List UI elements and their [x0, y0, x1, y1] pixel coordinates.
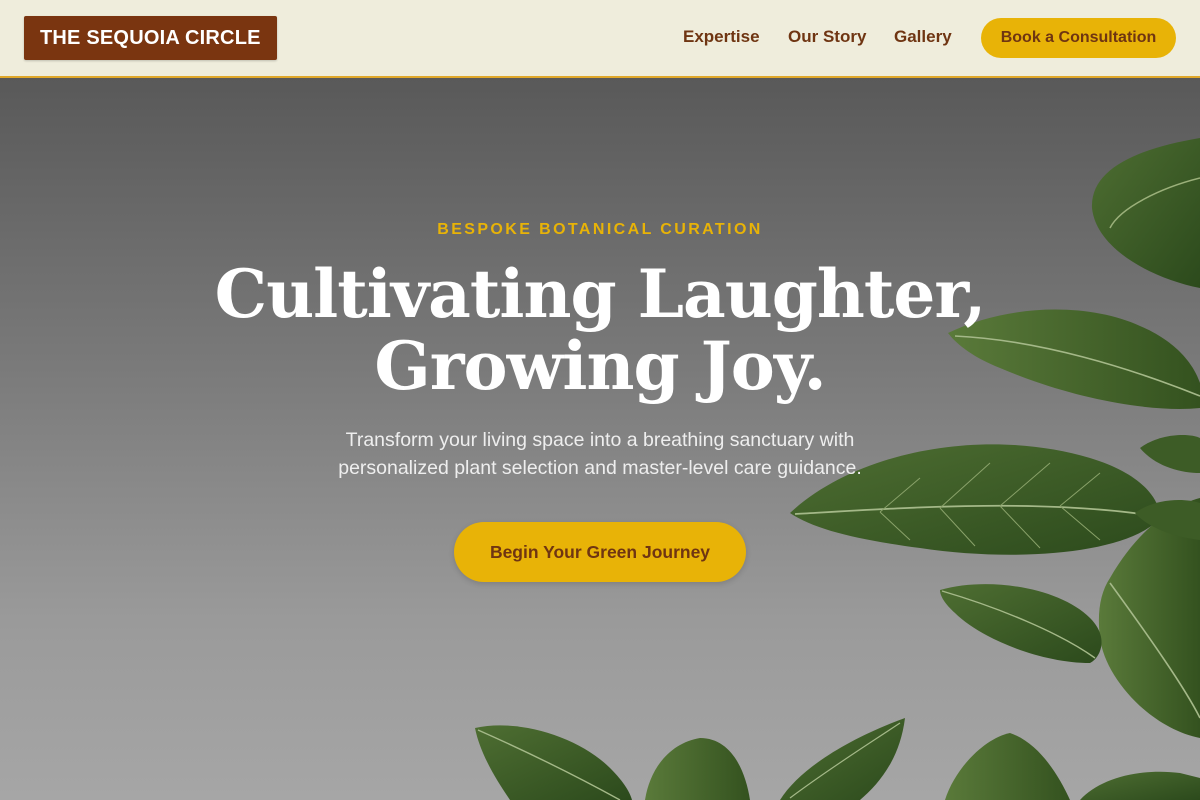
nav-link-gallery[interactable]: Gallery	[894, 27, 952, 47]
hero-subtext: Transform your living space into a breat…	[338, 429, 862, 479]
leaf-cluster-bottom	[475, 718, 1200, 800]
site-header: THE SEQUOIA CIRCLE Expertise Our Story G…	[0, 0, 1200, 78]
nav-link-expertise[interactable]: Expertise	[683, 27, 760, 47]
book-consultation-button[interactable]: Book a Consultation	[981, 18, 1176, 58]
hero-headline: Cultivating Laughter, Growing Joy.	[150, 258, 1050, 402]
begin-journey-button[interactable]: Begin Your Green Journey	[454, 522, 746, 582]
nav-link-our-story[interactable]: Our Story	[788, 27, 866, 47]
hero-eyebrow: BESPOKE BOTANICAL CURATION	[437, 221, 763, 238]
headline-line-1: Cultivating Laughter,	[214, 255, 987, 333]
brand-logo[interactable]: THE SEQUOIA CIRCLE	[24, 16, 277, 60]
headline-line-2: Growing Joy.	[374, 327, 826, 405]
hero-section: BESPOKE BOTANICAL CURATION Cultivating L…	[0, 78, 1200, 800]
